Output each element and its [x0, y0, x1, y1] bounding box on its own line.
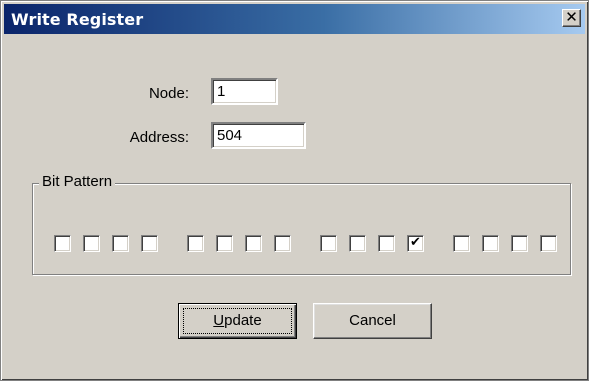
- title-bar[interactable]: Write Register ✕: [4, 4, 585, 34]
- bit-checkbox-9[interactable]: [320, 235, 337, 252]
- update-button-label: Update: [213, 312, 261, 329]
- bit-checkbox-5[interactable]: [187, 235, 204, 252]
- write-register-dialog: Write Register ✕ Node: Address: Bit Patt…: [0, 0, 589, 381]
- address-label: Address:: [129, 129, 189, 146]
- node-field[interactable]: [211, 78, 278, 105]
- bit-checkbox-3[interactable]: [112, 235, 129, 252]
- bit-checkbox-14[interactable]: [482, 235, 499, 252]
- update-rest: pdate: [224, 312, 262, 329]
- update-button[interactable]: Update: [178, 303, 297, 339]
- close-button[interactable]: ✕: [562, 9, 581, 27]
- bit-checkbox-7[interactable]: [245, 235, 262, 252]
- node-label: Node:: [148, 85, 189, 102]
- bit-pattern-label: Bit Pattern: [39, 173, 116, 190]
- bit-checkbox-4[interactable]: [141, 235, 158, 252]
- bit-checkbox-12[interactable]: ✔: [407, 235, 424, 252]
- bit-checkbox-1[interactable]: [54, 235, 71, 252]
- close-icon: ✕: [565, 8, 578, 26]
- cancel-button-label: Cancel: [349, 312, 396, 329]
- bit-checkbox-6[interactable]: [216, 235, 233, 252]
- address-field[interactable]: [211, 122, 306, 149]
- bit-checkbox-10[interactable]: [349, 235, 366, 252]
- bit-checkbox-13[interactable]: [453, 235, 470, 252]
- check-mark-icon: ✔: [410, 235, 421, 250]
- cancel-button[interactable]: Cancel: [313, 303, 432, 339]
- bit-checkbox-16[interactable]: [540, 235, 557, 252]
- window-title: Write Register: [11, 10, 144, 29]
- bit-checkbox-15[interactable]: [511, 235, 528, 252]
- bit-pattern-group: [32, 183, 571, 275]
- bit-checkbox-2[interactable]: [83, 235, 100, 252]
- bit-checkbox-8[interactable]: [274, 235, 291, 252]
- bit-checkbox-11[interactable]: [378, 235, 395, 252]
- update-mnemonic: U: [213, 312, 225, 329]
